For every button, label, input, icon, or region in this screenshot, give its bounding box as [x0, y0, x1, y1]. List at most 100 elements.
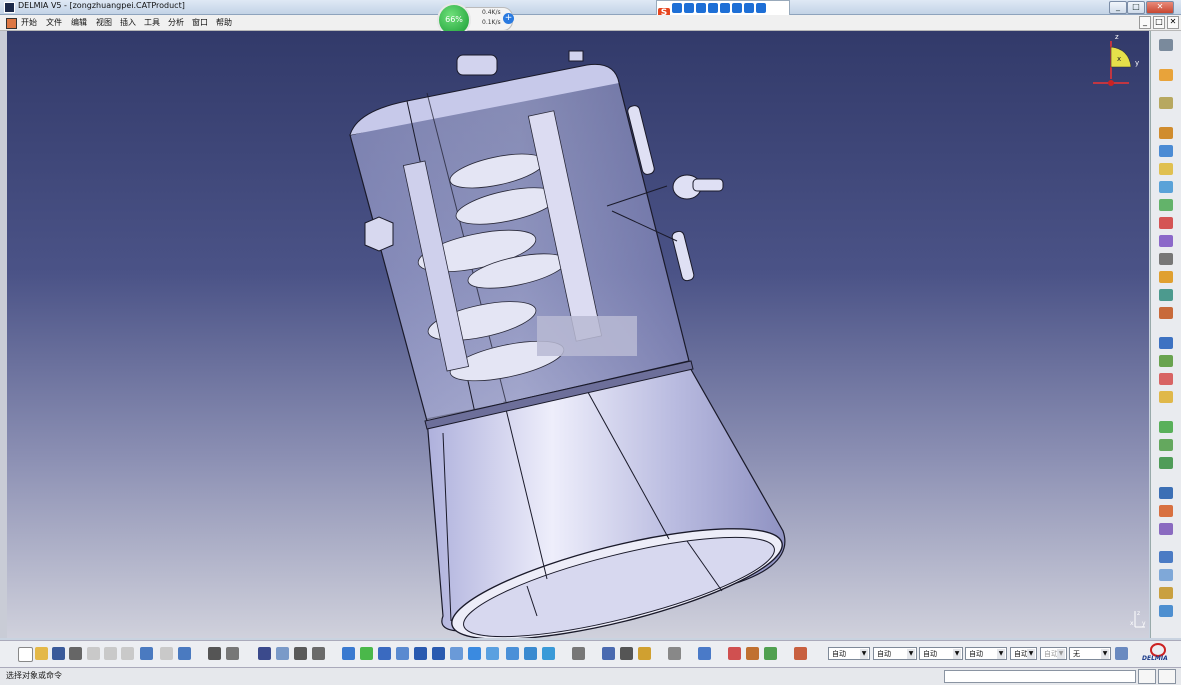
knowledge-icon[interactable] — [294, 647, 307, 660]
swap-space-icon[interactable] — [542, 647, 555, 660]
format-painter-icon[interactable] — [1115, 647, 1128, 660]
print-icon[interactable] — [69, 647, 82, 660]
manipulate-icon[interactable] — [1159, 289, 1173, 301]
menu-window[interactable]: 窗口 — [192, 17, 208, 28]
tree-icon[interactable] — [276, 647, 289, 660]
angle-constraint-icon[interactable] — [1159, 421, 1173, 433]
undo-icon[interactable] — [140, 647, 153, 660]
transparency-dropdown[interactable]: 自动 ▼ — [873, 647, 917, 660]
fix-icon[interactable] — [1159, 439, 1173, 451]
command-input[interactable] — [944, 670, 1136, 683]
save-icon[interactable] — [52, 647, 65, 660]
side-hex-bolt[interactable] — [364, 216, 394, 252]
ime-wrench-icon[interactable] — [756, 3, 766, 13]
menu-analyze[interactable]: 分析 — [168, 17, 184, 28]
fast-instantiate-icon[interactable] — [1159, 271, 1173, 283]
pan-icon[interactable] — [378, 647, 391, 660]
lock-icon[interactable] — [638, 647, 651, 660]
bind-icon[interactable] — [1159, 39, 1173, 51]
grid-icon[interactable] — [794, 647, 807, 660]
ime-mode-icon[interactable] — [672, 3, 682, 13]
ime-keyboard-icon[interactable] — [720, 3, 730, 13]
color-dropdown[interactable]: 自动 ▼ — [828, 647, 870, 660]
rotate-icon[interactable] — [396, 647, 409, 660]
assembly-model[interactable] — [7, 31, 1149, 638]
existing-component-icon[interactable] — [1159, 181, 1173, 193]
command-run-button[interactable] — [1158, 669, 1176, 684]
comment-icon[interactable] — [226, 647, 239, 660]
menu-file[interactable]: 文件 — [46, 17, 62, 28]
table-icon[interactable] — [258, 647, 271, 660]
clash-icon[interactable] — [1159, 337, 1173, 349]
network-speed-widget[interactable]: 0.4K/s 0.1K/s 66% + — [437, 3, 515, 37]
explode-icon[interactable] — [1159, 307, 1173, 319]
update-icon[interactable] — [1159, 487, 1173, 499]
boost-plus-icon[interactable]: + — [503, 13, 514, 24]
ime-moon-icon[interactable] — [684, 3, 694, 13]
color-icon[interactable] — [728, 647, 741, 660]
ime-toolbar[interactable]: S — [656, 0, 790, 18]
compass-icon[interactable]: z x y — [1085, 33, 1145, 89]
view-mode-icon[interactable] — [506, 647, 519, 660]
menu-insert[interactable]: 插入 — [120, 17, 136, 28]
shading-icon[interactable] — [486, 647, 499, 660]
component-icon[interactable] — [1159, 145, 1173, 157]
ime-user-icon[interactable] — [732, 3, 742, 13]
annotation-icon[interactable] — [1159, 587, 1173, 599]
minimize-button[interactable]: _ — [1109, 1, 1127, 14]
ime-mic-icon[interactable] — [708, 3, 718, 13]
coincidence-icon[interactable] — [1159, 355, 1173, 367]
paste-icon[interactable] — [121, 647, 134, 660]
copy-icon[interactable] — [104, 647, 117, 660]
cut-icon[interactable] — [87, 647, 100, 660]
linetype-dropdown[interactable]: 自动 ▼ — [965, 647, 1007, 660]
measure-between-icon[interactable] — [602, 647, 615, 660]
iso-view-icon[interactable] — [468, 647, 481, 660]
part-icon[interactable] — [1159, 163, 1173, 175]
rendering-style-dropdown[interactable]: 自动 ▼ — [1040, 647, 1067, 660]
fly-icon[interactable] — [342, 647, 355, 660]
render-icon[interactable] — [746, 647, 759, 660]
apply-material-icon[interactable] — [764, 647, 777, 660]
3d-viewport[interactable]: z x y z x y — [7, 31, 1149, 638]
normal-view-icon[interactable] — [450, 647, 463, 660]
redo-icon[interactable] — [160, 647, 173, 660]
menu-tools[interactable]: 工具 — [144, 17, 160, 28]
menu-start[interactable]: 开始 — [21, 17, 37, 28]
product-icon[interactable] — [1159, 127, 1173, 139]
ime-shirt-icon[interactable] — [744, 3, 754, 13]
zoom-out-icon[interactable] — [432, 647, 445, 660]
offset-icon[interactable] — [1159, 391, 1173, 403]
generative-icon[interactable] — [312, 647, 325, 660]
menu-edit[interactable]: 编辑 — [71, 17, 87, 28]
new-icon[interactable] — [18, 647, 33, 662]
material-icon[interactable] — [668, 647, 681, 660]
reorder-icon[interactable] — [1159, 217, 1173, 229]
fit-all-icon[interactable] — [360, 647, 373, 660]
space-analysis-icon[interactable] — [1159, 569, 1173, 581]
doc-restore-button[interactable]: □ — [1153, 16, 1165, 29]
measure-icon[interactable] — [1159, 551, 1173, 563]
ime-punct-icon[interactable] — [696, 3, 706, 13]
sectioning-icon[interactable] — [620, 647, 633, 660]
fix-together-icon[interactable] — [1159, 457, 1173, 469]
snap-icon[interactable] — [1159, 97, 1173, 109]
whats-this-icon[interactable] — [178, 647, 191, 660]
line-thickness-dropdown[interactable]: 自动 ▼ — [919, 647, 963, 660]
contact-icon[interactable] — [1159, 373, 1173, 385]
maximize-button[interactable]: □ — [1127, 1, 1145, 14]
doc-minimize-button[interactable]: _ — [1139, 16, 1151, 29]
command-history-button[interactable] — [1138, 669, 1156, 684]
layer-dropdown[interactable]: 无 ▼ — [1069, 647, 1111, 660]
point-symbol-dropdown[interactable]: 自动 ▼ — [1010, 647, 1037, 660]
formula-icon[interactable] — [208, 647, 221, 660]
publication-icon[interactable] — [1159, 523, 1173, 535]
menu-view[interactable]: 视图 — [96, 17, 112, 28]
catalog-icon[interactable] — [1159, 605, 1173, 617]
close-button[interactable]: ✕ — [1146, 1, 1174, 14]
open-icon[interactable] — [35, 647, 48, 660]
zoom-in-icon[interactable] — [414, 647, 427, 660]
numbering-icon[interactable] — [1159, 235, 1173, 247]
scene-icon[interactable] — [1159, 505, 1173, 517]
doc-close-button[interactable]: ✕ — [1167, 16, 1179, 29]
